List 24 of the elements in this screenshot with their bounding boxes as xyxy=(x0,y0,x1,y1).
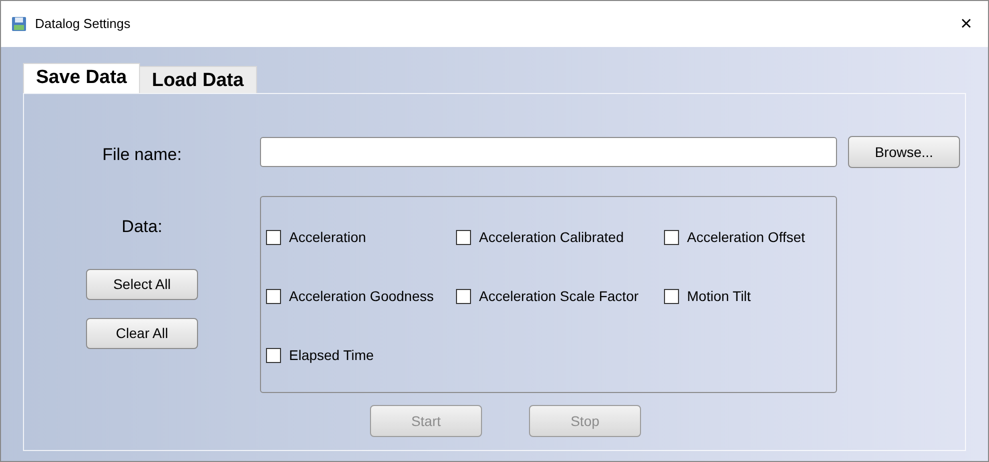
checkbox[interactable] xyxy=(456,230,471,245)
tab[interactable]: Save Data xyxy=(23,63,140,93)
checkbox[interactable] xyxy=(266,348,281,363)
checkbox-label: Acceleration Scale Factor xyxy=(479,287,639,306)
checkbox[interactable] xyxy=(664,230,679,245)
checkbox-label: Acceleration Goodness xyxy=(289,287,434,306)
checkbox-label: Acceleration xyxy=(289,228,366,247)
file-name-field[interactable] xyxy=(260,137,837,167)
checkbox[interactable] xyxy=(664,289,679,304)
browse-button[interactable]: Browse... xyxy=(848,136,960,168)
checkbox-label: Motion Tilt xyxy=(687,287,751,306)
checkbox[interactable] xyxy=(266,289,281,304)
checkbox[interactable] xyxy=(456,289,471,304)
tab[interactable]: Load Data xyxy=(140,66,257,93)
window-title: Datalog Settings xyxy=(35,15,130,34)
close-button[interactable]: × xyxy=(954,14,978,34)
checkbox-label: Acceleration Offset xyxy=(687,228,806,247)
checkbox-label: Elapsed Time xyxy=(289,346,374,365)
select-all-button[interactable]: Select All xyxy=(86,269,198,300)
checkbox[interactable] xyxy=(266,230,281,245)
clear-all-button[interactable]: Clear All xyxy=(86,318,198,349)
file-name-label: File name: xyxy=(102,144,182,166)
checkbox-label: Acceleration Calibrated xyxy=(479,228,624,247)
data-label: Data: xyxy=(122,216,162,238)
